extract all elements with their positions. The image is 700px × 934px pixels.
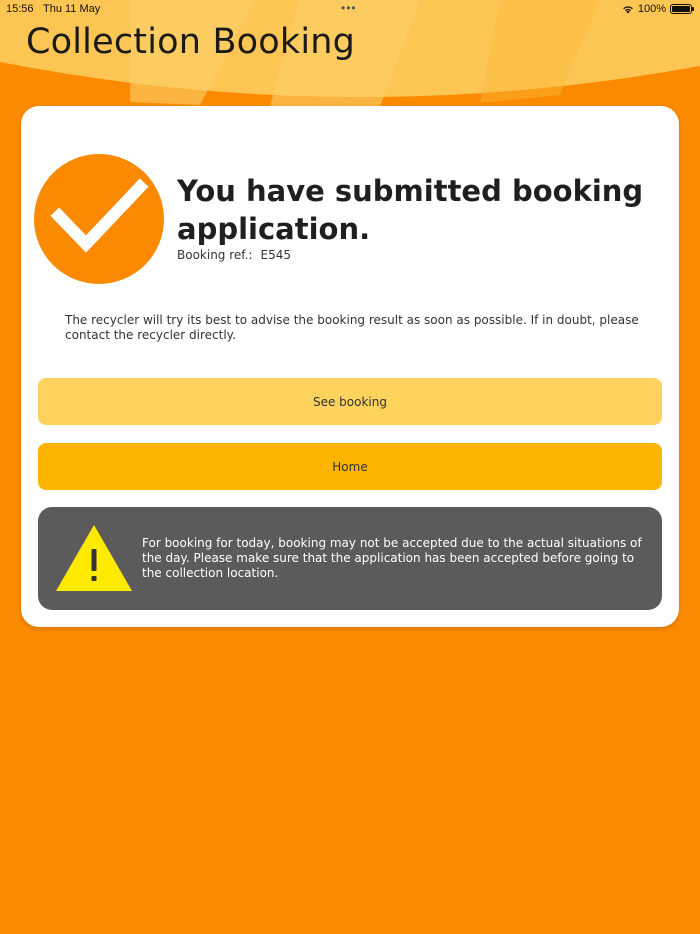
status-bar: 15:56 Thu 11 May ••• 100%: [0, 0, 700, 20]
booking-ref-label: Booking ref.:: [177, 248, 253, 262]
checkmark-circle-icon: [34, 154, 164, 284]
home-button[interactable]: Home: [38, 443, 662, 490]
multitasking-dots-icon[interactable]: •••: [341, 1, 357, 15]
status-right: 100%: [622, 3, 694, 15]
page-title: Collection Booking: [26, 22, 356, 62]
confirmation-headline: You have submitted booking application.: [177, 174, 644, 246]
confirmation-card: You have submitted booking application. …: [21, 106, 679, 627]
warning-box: For booking for today, booking may not b…: [38, 507, 662, 610]
wifi-icon: [623, 6, 633, 14]
see-booking-button[interactable]: See booking: [38, 378, 662, 425]
info-text: The recycler will try its best to advise…: [65, 313, 639, 342]
status-time: 15:56: [6, 3, 34, 15]
battery-percent: 100%: [637, 3, 666, 15]
battery-icon: [670, 4, 694, 14]
booking-ref-row: Booking ref.: E545: [177, 248, 291, 262]
booking-ref-value: E545: [260, 248, 292, 262]
status-date: Thu 11 May: [43, 3, 101, 15]
warning-text: For booking for today, booking may not b…: [142, 536, 642, 580]
warning-triangle-icon: [56, 525, 132, 591]
